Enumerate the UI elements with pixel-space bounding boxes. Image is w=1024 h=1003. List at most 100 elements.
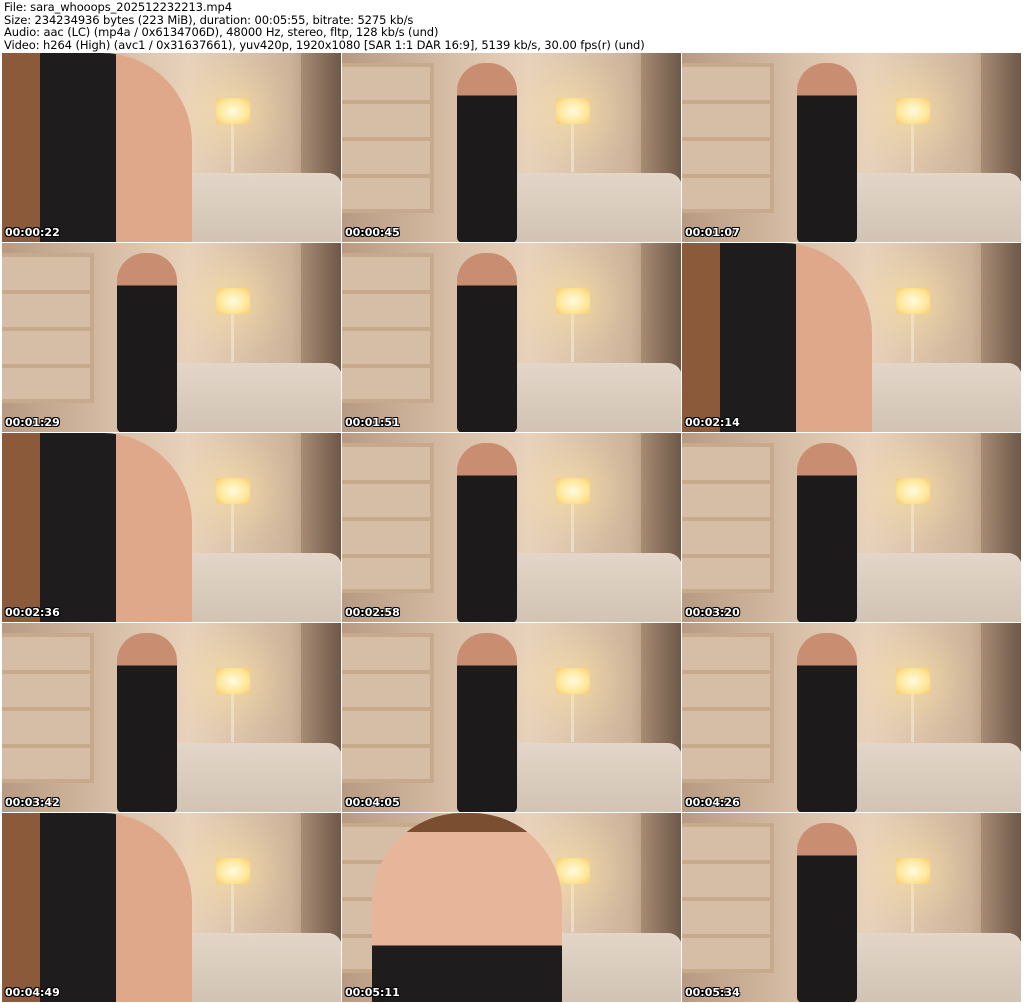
person <box>457 63 517 242</box>
timestamp: 00:04:26 <box>685 796 740 809</box>
timestamp: 00:01:29 <box>5 416 60 429</box>
lamp <box>896 858 930 884</box>
timestamp: 00:04:49 <box>5 986 60 999</box>
video-thumbnail: 00:04:26 <box>682 623 1021 812</box>
timestamp: 00:02:14 <box>685 416 740 429</box>
sofa <box>832 173 1021 242</box>
video-thumbnail: 00:02:58 <box>342 433 681 622</box>
person <box>2 53 192 242</box>
person <box>372 813 562 1002</box>
sofa <box>152 363 341 432</box>
timestamp: 00:02:36 <box>5 606 60 619</box>
sofa <box>832 743 1021 812</box>
timestamp: 00:01:07 <box>685 226 740 239</box>
video-thumbnail: 00:02:36 <box>2 433 341 622</box>
lamp <box>896 98 930 124</box>
lamp-stand <box>231 504 234 552</box>
timestamp: 00:03:42 <box>5 796 60 809</box>
lamp <box>216 98 250 124</box>
lamp-stand <box>571 884 574 932</box>
shelf <box>682 633 774 783</box>
lamp <box>556 478 590 504</box>
video-info: Video: h264 (High) (avc1 / 0x31637661), … <box>4 37 645 52</box>
audio-info: Audio: aac (LC) (mp4a / 0x6134706D), 480… <box>4 25 439 39</box>
video-thumbnail: 00:04:49 <box>2 813 341 1002</box>
video-thumbnail: 00:04:05 <box>342 623 681 812</box>
lamp <box>216 288 250 314</box>
lamp <box>556 858 590 884</box>
lamp-stand <box>911 124 914 172</box>
lamp-stand <box>911 884 914 932</box>
person <box>457 443 517 622</box>
person <box>797 823 857 1002</box>
video-thumbnail: 00:01:29 <box>2 243 341 432</box>
video-thumbnail: 00:03:42 <box>2 623 341 812</box>
thumbnail-grid: 00:00:22 00:00:45 00:01:07 00:01:29 00:01:51… <box>2 53 1021 1002</box>
shelf <box>682 443 774 593</box>
video-thumbnail: 00:05:11 <box>342 813 681 1002</box>
lamp <box>896 478 930 504</box>
person <box>682 243 872 432</box>
timestamp: 00:00:22 <box>5 226 60 239</box>
video-thumbnail: 00:03:20 <box>682 433 1021 622</box>
sofa <box>832 933 1021 1002</box>
shelf <box>342 633 434 783</box>
sofa <box>492 553 681 622</box>
lamp <box>216 478 250 504</box>
video-thumbnail: 00:05:34 <box>682 813 1021 1002</box>
lamp-stand <box>911 694 914 742</box>
timestamp: 00:04:05 <box>345 796 400 809</box>
shelf <box>342 443 434 593</box>
sofa <box>492 363 681 432</box>
file-name: File: sara_whooops_202512232213.mp4 <box>4 0 232 14</box>
lamp <box>556 98 590 124</box>
person <box>457 633 517 812</box>
person <box>2 813 192 1002</box>
person <box>797 443 857 622</box>
video-thumbnail: 00:00:22 <box>2 53 341 242</box>
lamp <box>556 288 590 314</box>
person <box>117 633 177 812</box>
sofa <box>492 173 681 242</box>
shelf <box>2 253 94 403</box>
shelf <box>2 633 94 783</box>
shelf <box>342 63 434 213</box>
person <box>797 63 857 242</box>
lamp-stand <box>571 504 574 552</box>
lamp-stand <box>571 694 574 742</box>
lamp-stand <box>231 124 234 172</box>
timestamp: 00:05:34 <box>685 986 740 999</box>
lamp <box>896 288 930 314</box>
timestamp: 00:02:58 <box>345 606 400 619</box>
video-thumbnail: 00:02:14 <box>682 243 1021 432</box>
sofa <box>832 553 1021 622</box>
sofa <box>492 743 681 812</box>
person <box>797 633 857 812</box>
lamp-stand <box>571 124 574 172</box>
person <box>2 433 192 622</box>
timestamp: 00:03:20 <box>685 606 740 619</box>
video-thumbnail: 00:00:45 <box>342 53 681 242</box>
lamp <box>556 668 590 694</box>
lamp <box>896 668 930 694</box>
timestamp: 00:00:45 <box>345 226 400 239</box>
shelf <box>682 63 774 213</box>
lamp-stand <box>911 504 914 552</box>
file-info-header: File: sara_whooops_202512232213.mp4 Size… <box>4 1 645 51</box>
video-thumbnail: 00:01:07 <box>682 53 1021 242</box>
lamp <box>216 858 250 884</box>
lamp-stand <box>911 314 914 362</box>
lamp-stand <box>231 694 234 742</box>
video-thumbnail: 00:01:51 <box>342 243 681 432</box>
lamp <box>216 668 250 694</box>
timestamp: 00:01:51 <box>345 416 400 429</box>
person <box>117 253 177 432</box>
lamp-stand <box>231 314 234 362</box>
lamp-stand <box>571 314 574 362</box>
sofa <box>152 743 341 812</box>
timestamp: 00:05:11 <box>345 986 400 999</box>
shelf <box>342 253 434 403</box>
shelf <box>682 823 774 973</box>
person <box>457 253 517 432</box>
lamp-stand <box>231 884 234 932</box>
